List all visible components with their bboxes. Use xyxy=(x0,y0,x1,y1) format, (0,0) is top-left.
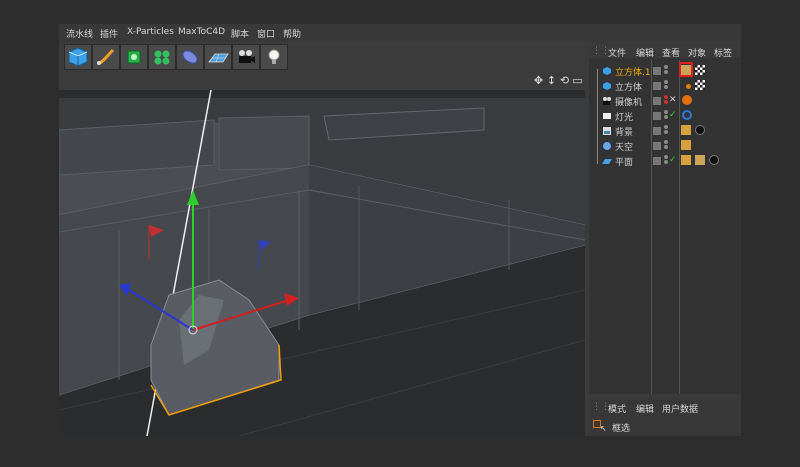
viewport-3d[interactable]: ✥ ↕ ⟲ ▭ xyxy=(59,74,585,436)
visibility-dots[interactable] xyxy=(664,125,668,137)
tab-file[interactable]: 文件 xyxy=(608,46,626,59)
visibility-dots[interactable] xyxy=(664,80,668,92)
object-name: 立方体 xyxy=(615,83,643,93)
viewport-scene[interactable] xyxy=(59,90,585,436)
light-icon xyxy=(268,49,280,64)
visibility-dots[interactable] xyxy=(664,95,668,107)
sky-icon xyxy=(603,142,611,150)
cursor-icon: ↖ xyxy=(600,424,607,433)
cube-icon xyxy=(68,47,88,67)
menu-bar: 流水线 插件 X-Particles MaxToC4D 脚本 窗口 帮助 xyxy=(59,24,741,42)
attribute-manager: ⋮⋮ 模式 编辑 用户数据 ↖ 框选 xyxy=(589,398,741,436)
tab-object[interactable]: 对象 xyxy=(688,46,706,59)
light-tool-button[interactable] xyxy=(260,44,288,70)
pen-tool-button[interactable] xyxy=(92,44,120,70)
maximize-view-icon[interactable]: ▭ xyxy=(572,75,583,87)
cinema4d-window: 流水线 插件 X-Particles MaxToC4D 脚本 窗口 帮助 ✥ ↕… xyxy=(59,24,741,436)
object-row[interactable]: 立方体.1 xyxy=(589,62,741,78)
cloner-tool-button[interactable] xyxy=(120,44,148,70)
rotate-view-icon[interactable]: ⟲ xyxy=(559,75,570,87)
object-manager: ⋮⋮ 文件 编辑 查看 对象 标签 立方体.1 立方体 摄像机 ✕ 灯光 ✓ 背… xyxy=(589,44,741,394)
object-row[interactable]: 天空 xyxy=(589,139,741,153)
camera-icon xyxy=(603,97,611,105)
capsule-icon xyxy=(182,50,198,64)
floor-icon xyxy=(208,53,229,63)
camera-icon xyxy=(239,50,255,63)
tab-edit[interactable]: 编辑 xyxy=(636,402,654,415)
visibility-toggle[interactable] xyxy=(653,127,661,135)
target-tag-icon[interactable] xyxy=(682,110,692,120)
material-tag-icon[interactable] xyxy=(709,155,719,165)
compositing-tag-icon[interactable] xyxy=(681,140,691,150)
compositing-tag-icon[interactable] xyxy=(681,155,691,165)
menu-maxtoc4d[interactable]: MaxToC4D xyxy=(178,27,225,37)
visibility-toggle[interactable] xyxy=(653,82,661,90)
object-row[interactable]: 立方体 xyxy=(589,79,741,93)
camera-tool-button[interactable] xyxy=(232,44,260,70)
tab-tags[interactable]: 标签 xyxy=(714,46,732,59)
object-name: 背景 xyxy=(615,128,634,138)
deformer-icon xyxy=(154,50,170,65)
toolbar xyxy=(64,44,288,72)
material-tag-icon[interactable] xyxy=(695,125,705,135)
floor-tool-button[interactable] xyxy=(204,44,232,70)
menu-window[interactable]: 窗口 xyxy=(257,27,275,40)
texture-tag-icon[interactable] xyxy=(681,65,691,75)
tab-view[interactable]: 查看 xyxy=(662,46,680,59)
tag-dot-icon xyxy=(686,84,691,89)
protection-tag-icon[interactable] xyxy=(682,95,692,105)
viewport-nav-icons: ✥ ↕ ⟲ ▭ xyxy=(533,75,583,87)
object-name: 天空 xyxy=(615,143,634,153)
tab-mode[interactable]: 模式 xyxy=(608,402,626,415)
check-icon[interactable]: ✓ xyxy=(669,155,677,165)
visibility-dots[interactable] xyxy=(664,155,668,167)
object-row[interactable]: 背景 xyxy=(589,124,741,138)
pen-icon xyxy=(97,48,115,66)
object-name: 立方体.1 xyxy=(615,68,651,78)
check-icon[interactable]: ✓ xyxy=(669,110,677,120)
zoom-view-icon[interactable]: ↕ xyxy=(546,75,557,87)
move-view-icon[interactable]: ✥ xyxy=(533,75,544,87)
object-manager-tabs: ⋮⋮ 文件 编辑 查看 对象 标签 xyxy=(589,44,741,59)
object-name: 摄像机 xyxy=(615,98,643,108)
checker-tag-icon[interactable] xyxy=(695,65,705,75)
object-name: 灯光 xyxy=(615,113,634,123)
object-row[interactable]: 摄像机 ✕ xyxy=(589,94,741,108)
plane-icon xyxy=(602,159,612,164)
visibility-toggle[interactable] xyxy=(653,112,661,120)
menu-script[interactable]: 脚本 xyxy=(231,27,249,40)
visibility-toggle[interactable] xyxy=(653,142,661,150)
capsule-tool-button[interactable] xyxy=(176,44,204,70)
tab-edit[interactable]: 编辑 xyxy=(636,46,654,59)
cube-icon xyxy=(603,82,611,90)
tab-user-data[interactable]: 用户数据 xyxy=(662,402,698,415)
compositing-tag-icon[interactable] xyxy=(681,125,691,135)
menu-help[interactable]: 帮助 xyxy=(283,27,301,40)
object-row[interactable]: 平面 ✓ xyxy=(589,154,741,168)
cube-icon xyxy=(603,67,611,75)
visibility-toggle[interactable] xyxy=(653,67,661,75)
close-icon[interactable]: ✕ xyxy=(669,95,677,105)
texture-tag-icon[interactable] xyxy=(695,155,705,165)
menu-xparticles[interactable]: X-Particles xyxy=(127,27,174,37)
tool-label: 框选 xyxy=(612,424,631,434)
light-icon xyxy=(603,113,611,119)
deformer-tool-button[interactable] xyxy=(148,44,176,70)
menu-plugins[interactable]: 插件 xyxy=(100,27,118,40)
menu-pipeline[interactable]: 流水线 xyxy=(66,27,93,40)
background-icon xyxy=(603,127,611,135)
visibility-dots[interactable] xyxy=(664,140,668,152)
cube-tool-button[interactable] xyxy=(64,44,92,70)
checker-tag-icon[interactable] xyxy=(695,80,705,90)
cloner-icon xyxy=(127,50,141,64)
tree-line xyxy=(597,69,598,164)
viewport-header: ✥ ↕ ⟲ ▭ xyxy=(59,74,585,90)
visibility-dots[interactable] xyxy=(664,65,668,77)
object-row[interactable]: 灯光 ✓ xyxy=(589,109,741,123)
object-name: 平面 xyxy=(615,158,634,168)
visibility-dots[interactable] xyxy=(664,110,668,122)
visibility-toggle[interactable] xyxy=(653,97,661,105)
visibility-toggle[interactable] xyxy=(653,157,661,165)
